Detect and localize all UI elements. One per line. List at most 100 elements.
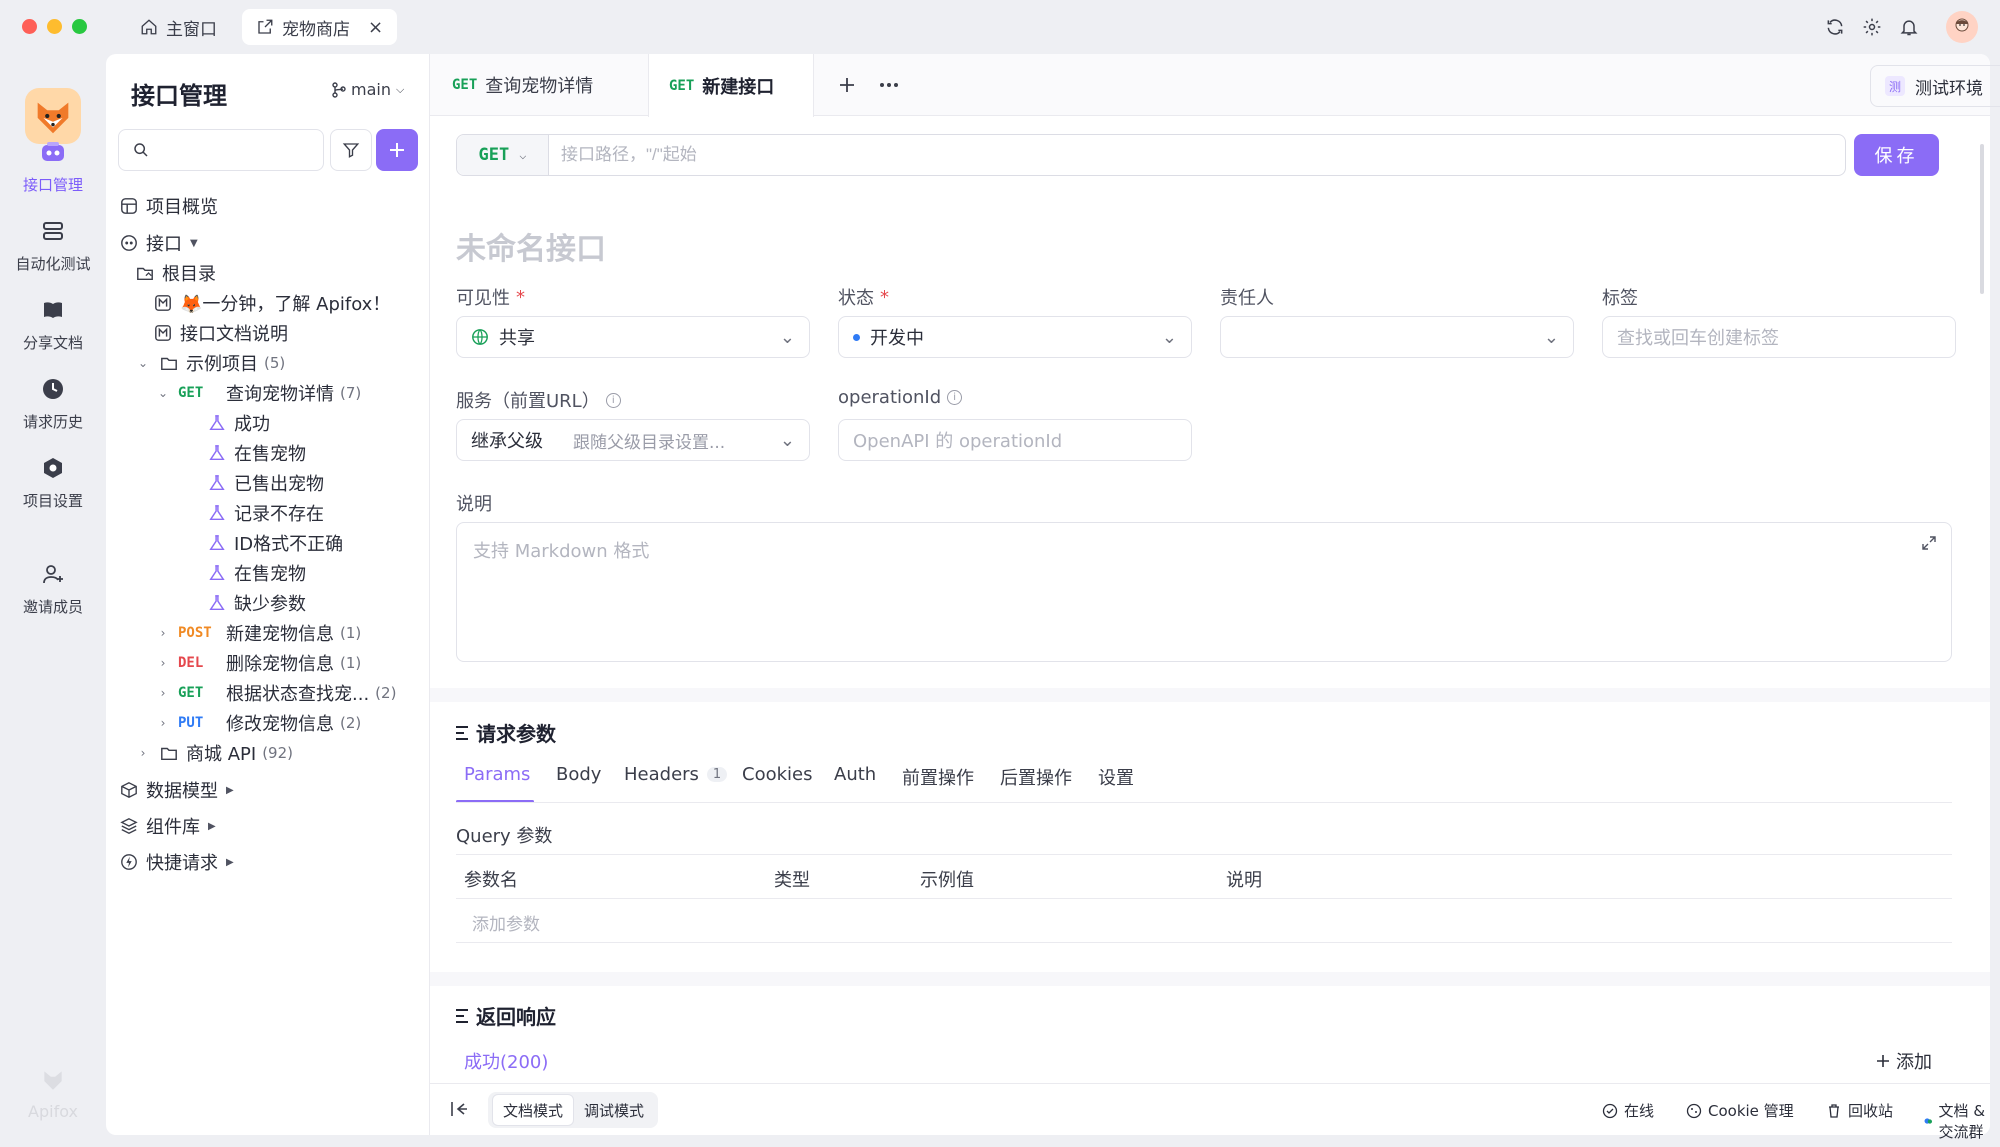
tab-cookies[interactable]: Cookies <box>742 764 812 785</box>
rail-automation[interactable]: 自动化测试 <box>0 217 106 274</box>
bell-icon[interactable] <box>1896 14 1922 40</box>
rail-share-docs[interactable]: 分享文档 <box>0 296 106 353</box>
rail-history[interactable]: 请求历史 <box>0 375 106 432</box>
sidebar-item-data-model[interactable]: 数据模型 ▶ <box>118 775 234 805</box>
owner-select[interactable]: ⌄ <box>1220 316 1574 358</box>
url-input[interactable] <box>561 145 1845 165</box>
community-button[interactable]: 文档 & 交流群 <box>1924 1100 1990 1142</box>
table-divider <box>456 942 1952 943</box>
cookie-manager-button[interactable]: Cookie 管理 <box>1686 1100 1794 1121</box>
search-input[interactable] <box>157 141 317 159</box>
endpoint-count: (7) <box>340 384 362 402</box>
minimize-window-button[interactable] <box>47 19 62 34</box>
endpoint-label: 新建宠物信息 <box>226 624 334 645</box>
tab-label: Headers <box>624 764 699 785</box>
tab-response-200[interactable]: 成功(200) <box>464 1048 548 1074</box>
avatar[interactable] <box>1946 11 1978 43</box>
collapse-sidebar-icon[interactable] <box>450 1100 468 1123</box>
refresh-icon[interactable] <box>1822 14 1848 40</box>
tab-pet-store[interactable]: 宠物商店 × <box>242 9 398 45</box>
endpoint-get-pet-detail[interactable]: ⌄ GET 查询宠物详情 (7) <box>156 378 361 408</box>
endpoint-put-pet[interactable]: › PUT 修改宠物信息 (2) <box>156 708 362 738</box>
scrollbar[interactable] <box>1980 144 1984 294</box>
folder-root[interactable]: 根目录 <box>134 258 216 288</box>
case-label: 已售出宠物 <box>234 474 324 495</box>
tabs-divider <box>456 802 1952 803</box>
endpoint-get-by-status[interactable]: › GET 根据状态查找宠... (2) <box>156 678 397 708</box>
close-tab-icon[interactable]: × <box>368 17 383 38</box>
environment-select[interactable]: 测 测试环境 ⌵ <box>1870 65 2000 107</box>
doc-mode-button[interactable]: 文档模式 <box>492 1094 575 1126</box>
branch-selector[interactable]: main ⌵ <box>332 80 404 99</box>
visibility-select[interactable]: 共享 ⌄ <box>456 316 810 358</box>
case-item[interactable]: 缺少参数 <box>206 588 306 618</box>
rail-project-settings[interactable]: 项目设置 <box>0 454 106 511</box>
endpoint-name-input[interactable]: 未命名接口 <box>456 224 606 268</box>
endpoint-delete-pet[interactable]: › DEL 删除宠物信息 (1) <box>156 648 362 678</box>
tags-input[interactable]: 查找或回车创建标签 <box>1602 316 1956 358</box>
add-button[interactable] <box>376 129 418 171</box>
rail-api-management[interactable]: 接口管理 <box>0 138 106 195</box>
endpoint-count: (2) <box>340 714 362 732</box>
new-tab-button[interactable] <box>834 72 860 98</box>
filter-button[interactable] <box>330 129 372 171</box>
tab-new-endpoint[interactable]: GET 新建接口 <box>648 54 814 117</box>
status-select[interactable]: 开发中 ⌄ <box>838 316 1192 358</box>
case-item[interactable]: ID格式不正确 <box>206 528 343 558</box>
tab-main-window[interactable]: 主窗口 <box>126 9 231 45</box>
tab-params[interactable]: Params <box>464 764 530 785</box>
expand-icon[interactable] <box>1921 535 1937 556</box>
rail-label: 分享文档 <box>22 334 83 352</box>
method-badge: GET <box>452 77 478 93</box>
close-window-button[interactable] <box>22 19 37 34</box>
debug-mode-button[interactable]: 调试模式 <box>574 1094 654 1126</box>
tab-body[interactable]: Body <box>556 764 601 785</box>
tab-post-processors[interactable]: 后置操作 <box>1000 764 1072 790</box>
more-tabs-button[interactable] <box>876 72 902 98</box>
trash-button[interactable]: 回收站 <box>1826 1100 1893 1121</box>
sidebar-search[interactable] <box>118 129 324 171</box>
method-badge: GET <box>178 385 204 401</box>
add-response-button[interactable]: 添加 <box>1876 1048 1932 1074</box>
tab-auth[interactable]: Auth <box>834 764 876 785</box>
sidebar-item-api[interactable]: 接口 ▼ <box>118 228 198 258</box>
tab-settings[interactable]: 设置 <box>1098 764 1134 790</box>
tab-headers[interactable]: Headers 1 <box>624 764 728 785</box>
gear-icon <box>39 454 67 482</box>
service-select[interactable]: 继承父级 跟随父级目录设置... ⌄ <box>456 419 810 461</box>
case-item[interactable]: 在售宠物 <box>206 558 306 588</box>
settings-icon[interactable] <box>1859 14 1885 40</box>
method-select[interactable]: GET ⌵ <box>457 135 549 175</box>
tab-pre-processors[interactable]: 前置操作 <box>902 764 974 790</box>
case-item[interactable]: 成功 <box>206 408 270 438</box>
folder-mall-api[interactable]: › 商城 API (92) <box>136 738 293 768</box>
test-case-icon <box>206 532 228 554</box>
sidebar-item-components[interactable]: 组件库 ▶ <box>118 811 216 841</box>
operationid-input[interactable]: OpenAPI 的 operationId <box>838 419 1192 461</box>
doc-item-description[interactable]: 接口文档说明 <box>152 318 288 348</box>
chevron-right-icon: › <box>160 656 166 670</box>
environment-value: 测试环境 <box>1915 78 1983 99</box>
case-item[interactable]: 记录不存在 <box>206 498 324 528</box>
doc-item-intro[interactable]: 🦊一分钟，了解 Apifox！ <box>152 288 390 318</box>
maximize-window-button[interactable] <box>72 19 87 34</box>
folder-example-project[interactable]: ⌄ 示例项目 (5) <box>136 348 285 378</box>
rail-invite[interactable]: 邀请成员 <box>0 560 106 617</box>
tab-get-pet-detail[interactable]: GET 查询宠物详情 <box>432 54 613 116</box>
case-label: 成功 <box>234 414 270 435</box>
test-case-icon <box>206 502 228 524</box>
check-circle-icon <box>1602 1103 1618 1118</box>
save-button[interactable]: 保存 <box>1854 134 1939 176</box>
add-param-input[interactable]: 添加参数 <box>472 910 540 935</box>
owner-label: 责任人 <box>1220 288 1274 309</box>
plus-icon <box>390 143 404 157</box>
case-item[interactable]: 在售宠物 <box>206 438 306 468</box>
endpoint-post-new-pet[interactable]: › POST 新建宠物信息 (1) <box>156 618 362 648</box>
online-status[interactable]: 在线 <box>1602 1100 1654 1121</box>
sidebar-item-overview[interactable]: 项目概览 <box>118 191 218 221</box>
sidebar-item-quick-request[interactable]: 快捷请求 ▶ <box>118 847 234 877</box>
chevron-down-icon: ⌄ <box>137 356 149 370</box>
project-logo[interactable] <box>25 88 81 144</box>
case-item[interactable]: 已售出宠物 <box>206 468 324 498</box>
description-textarea[interactable]: 支持 Markdown 格式 <box>456 522 1952 662</box>
